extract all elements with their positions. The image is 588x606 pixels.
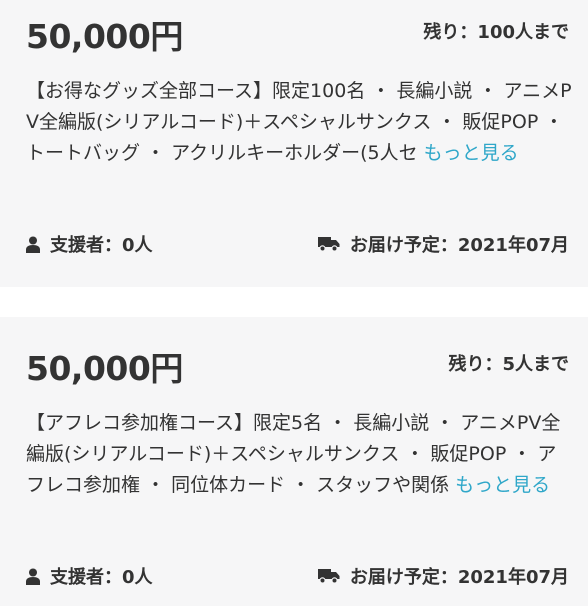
supporters-count: 支援者：0人 [50,567,153,588]
remaining-count: 残り：100人まで [423,22,569,43]
truck-icon [317,568,340,584]
supporters-count: 支援者：0人 [50,235,153,256]
show-more-link[interactable]: もっと見る [424,142,519,164]
reward-price: 50,000円 [26,17,183,56]
supporters-info: 支援者：0人 [26,231,153,257]
reward-card[interactable]: 50,000円 残り：100人まで 【お得なグッズ全部コース】限定100名 ・ … [0,0,588,287]
delivery-date: お届け予定：2021年07月 [349,567,569,588]
delivery-info: お届け予定：2021年07月 [317,231,569,257]
truck-icon [317,236,340,252]
show-more-link[interactable]: もっと見る [455,474,550,496]
reward-card[interactable]: 50,000円 残り：5人まで 【アフレコ参加権コース】限定5名 ・ 長編小説 … [0,317,588,606]
reward-price: 50,000円 [26,349,183,388]
user-icon [26,568,40,585]
remaining-count: 残り：5人まで [448,354,569,375]
delivery-date: お届け予定：2021年07月 [349,235,569,256]
supporters-info: 支援者：0人 [26,563,153,589]
reward-description: 【お得なグッズ全部コース】限定100名 ・ 長編小説 ・ アニメPV全編版(シリ… [26,76,572,169]
reward-description: 【アフレコ参加権コース】限定5名 ・ 長編小説 ・ アニメPV全編版(シリアルコ… [26,408,572,501]
user-icon [26,236,40,253]
delivery-info: お届け予定：2021年07月 [317,563,569,589]
